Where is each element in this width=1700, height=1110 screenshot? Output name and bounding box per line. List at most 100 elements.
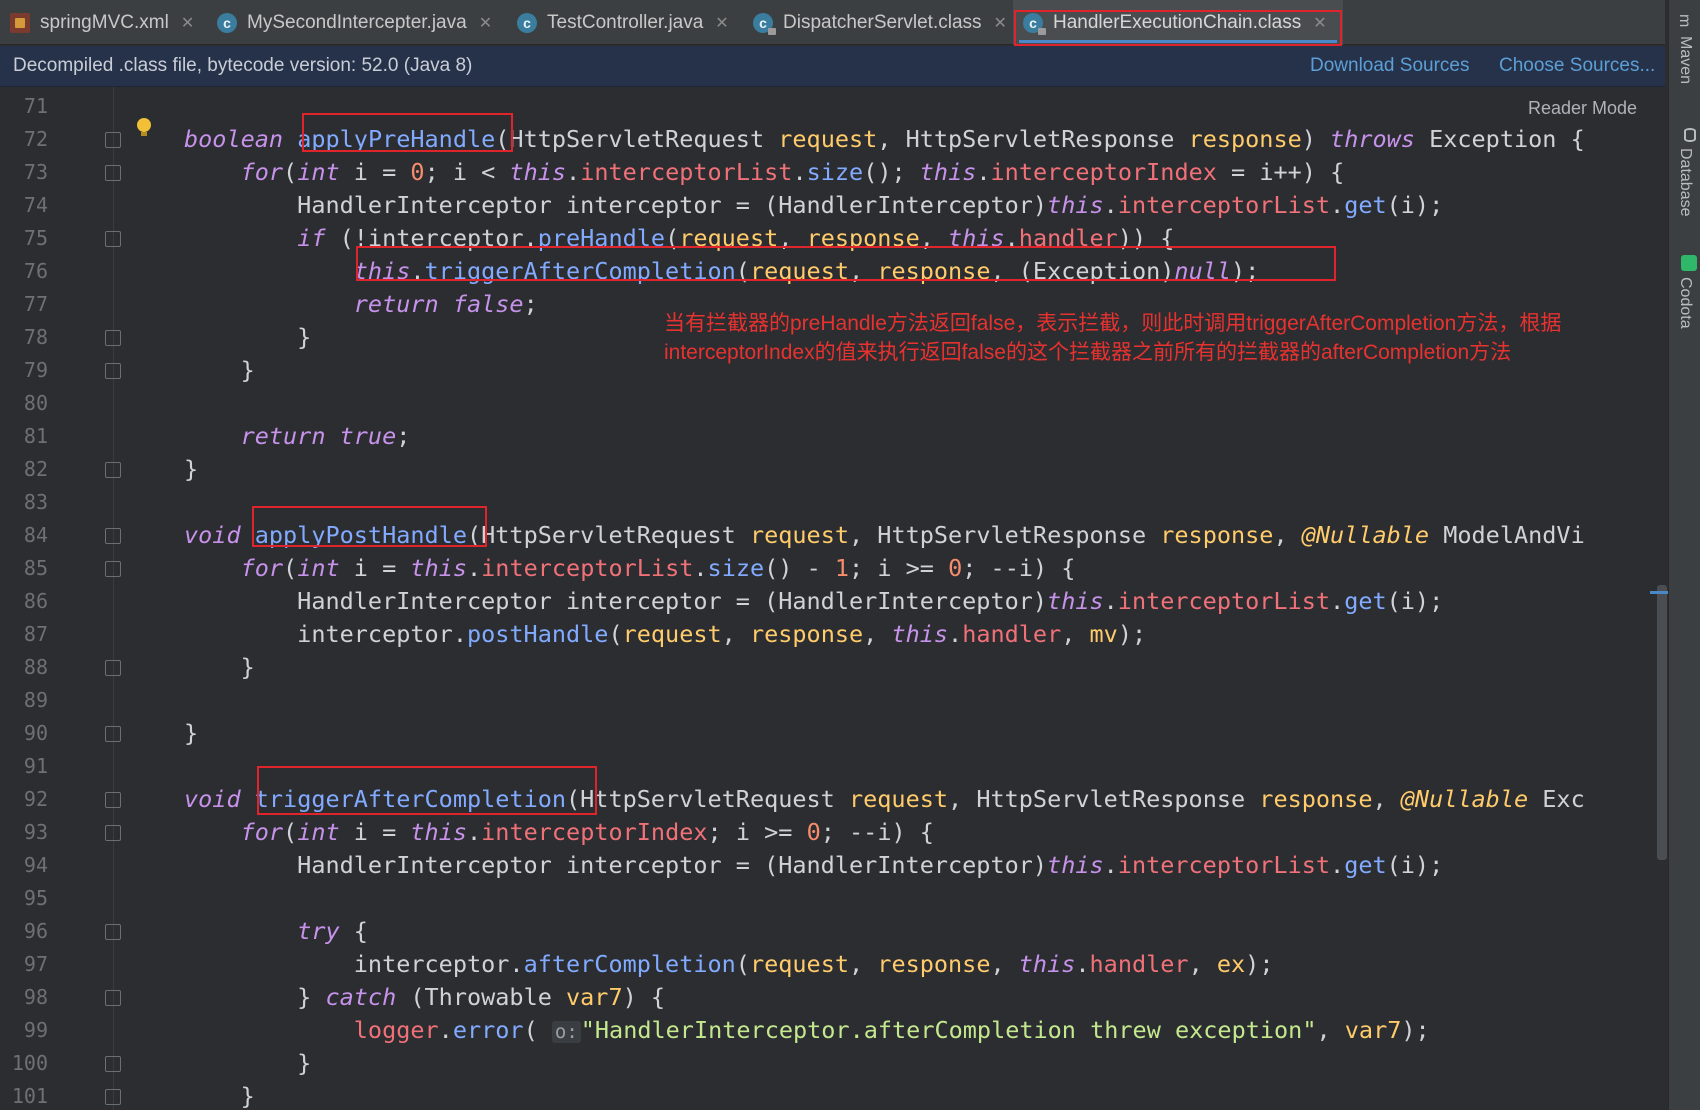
fold-marker-icon[interactable] — [105, 132, 121, 148]
code-content[interactable]: } — [184, 651, 255, 684]
line-number[interactable]: 96 — [0, 915, 48, 948]
code-content[interactable]: return true; — [184, 420, 411, 453]
tab-mysecondintercepter-java[interactable]: c MySecondIntercepter.java ✕ — [207, 0, 507, 45]
fold-marker-icon[interactable] — [105, 792, 121, 808]
line-number[interactable]: 78 — [0, 321, 48, 354]
line-number[interactable]: 94 — [0, 849, 48, 882]
line-number[interactable]: 72 — [0, 123, 48, 156]
line-number[interactable]: 75 — [0, 222, 48, 255]
line-number[interactable]: 88 — [0, 651, 48, 684]
code-content[interactable]: } — [184, 717, 198, 750]
fold-marker-icon[interactable] — [105, 924, 121, 940]
lightbulb-icon[interactable] — [137, 118, 151, 136]
tab-label: DispatcherServlet.class — [783, 11, 982, 33]
fold-marker-icon[interactable] — [105, 231, 121, 247]
scrollbar-thumb[interactable] — [1657, 585, 1667, 860]
code-content[interactable]: HandlerInterceptor interceptor = (Handle… — [184, 189, 1443, 222]
tab-handlerexecutionchain-class[interactable]: c HandlerExecutionChain.class ✕ — [1013, 0, 1343, 45]
codota-panel-tab[interactable]: Codota — [1669, 255, 1700, 345]
fold-marker-icon[interactable] — [105, 1056, 121, 1072]
scroll-marker — [1650, 591, 1668, 594]
line-number[interactable]: 98 — [0, 981, 48, 1014]
code-content[interactable]: interceptor.postHandle(request, response… — [184, 618, 1146, 651]
line-number[interactable]: 95 — [0, 882, 48, 915]
line-number[interactable]: 85 — [0, 552, 48, 585]
code-content[interactable]: } — [184, 321, 311, 354]
code-content[interactable]: } — [184, 1080, 255, 1110]
close-icon[interactable]: ✕ — [715, 13, 728, 33]
code-content[interactable]: try { — [184, 915, 368, 948]
tab-testcontroller-java[interactable]: c TestController.java ✕ — [507, 0, 743, 45]
fold-marker-icon[interactable] — [105, 1089, 121, 1105]
code-content[interactable]: HandlerInterceptor interceptor = (Handle… — [184, 849, 1443, 882]
line-number[interactable]: 81 — [0, 420, 48, 453]
line-number[interactable]: 77 — [0, 288, 48, 321]
code-content[interactable]: return false; — [184, 288, 538, 321]
line-number[interactable]: 99 — [0, 1014, 48, 1047]
line-number[interactable]: 100 — [0, 1047, 48, 1080]
line-number[interactable]: 97 — [0, 948, 48, 981]
code-content[interactable]: void triggerAfterCompletion(HttpServletR… — [184, 783, 1585, 816]
reader-mode-link[interactable]: Reader Mode — [1528, 98, 1637, 119]
fold-marker-icon[interactable] — [105, 528, 121, 544]
line-number[interactable]: 92 — [0, 783, 48, 816]
code-content[interactable]: void applyPostHandle(HttpServletRequest … — [184, 519, 1585, 552]
fold-marker-icon[interactable] — [105, 165, 121, 181]
code-text: ) — [1301, 125, 1331, 153]
code-content[interactable]: } — [184, 1047, 311, 1080]
fold-marker-icon[interactable] — [105, 660, 121, 676]
line-number[interactable]: 90 — [0, 717, 48, 750]
code-content[interactable]: for(int i = this.interceptorIndex; i >= … — [184, 816, 934, 849]
code-content[interactable]: HandlerInterceptor interceptor = (Handle… — [184, 585, 1443, 618]
fold-marker-icon[interactable] — [105, 726, 121, 742]
close-icon[interactable]: ✕ — [994, 13, 1007, 33]
fold-marker-icon[interactable] — [105, 363, 121, 379]
code-content[interactable]: } catch (Throwable var7) { — [184, 981, 665, 1014]
line-number[interactable]: 79 — [0, 354, 48, 387]
line-number[interactable]: 82 — [0, 453, 48, 486]
line-number[interactable]: 101 — [0, 1080, 48, 1110]
code-content[interactable]: } — [184, 453, 198, 486]
code-content[interactable]: interceptor.afterCompletion(request, res… — [184, 948, 1274, 981]
line-number[interactable]: 91 — [0, 750, 48, 783]
line-number[interactable]: 93 — [0, 816, 48, 849]
tab-label: HandlerExecutionChain.class — [1053, 11, 1302, 33]
close-icon[interactable]: ✕ — [181, 13, 194, 33]
line-number[interactable]: 76 — [0, 255, 48, 288]
fold-marker-icon[interactable] — [105, 330, 121, 346]
code-content[interactable]: boolean applyPreHandle(HttpServletReques… — [184, 123, 1585, 156]
code-content[interactable]: logger.error( o: "HandlerInterceptor.afte… — [184, 1014, 1430, 1049]
code-editor[interactable]: 71 72 boolean applyPreHandle(HttpServletRe… — [0, 87, 1665, 1110]
line-number[interactable]: 73 — [0, 156, 48, 189]
choose-sources-link[interactable]: Choose Sources... — [1499, 55, 1655, 77]
fold-marker-icon[interactable] — [105, 990, 121, 1006]
close-icon[interactable]: ✕ — [1313, 13, 1326, 33]
database-panel-tab[interactable]: Database — [1669, 128, 1700, 228]
code-text: . — [467, 554, 482, 582]
tab-springmvc-xml[interactable]: springMVC.xml ✕ — [0, 0, 207, 45]
code-content[interactable]: for(int i = this.interceptorList.size() … — [184, 552, 1076, 585]
code-content[interactable]: if (!interceptor.preHandle(request, resp… — [184, 222, 1174, 255]
line-number[interactable]: 89 — [0, 684, 48, 717]
close-icon[interactable]: ✕ — [479, 13, 492, 33]
code-content[interactable]: } — [184, 354, 255, 387]
line-number[interactable]: 71 — [0, 90, 48, 123]
line-number[interactable]: 74 — [0, 189, 48, 222]
line-number[interactable]: 87 — [0, 618, 48, 651]
fold-marker-icon[interactable] — [105, 561, 121, 577]
fold-marker-icon[interactable] — [105, 462, 121, 478]
keyword-token: this — [919, 158, 977, 186]
code-content[interactable]: for(int i = 0; i < this.interceptorList.… — [184, 156, 1345, 189]
line-number[interactable]: 86 — [0, 585, 48, 618]
line-number[interactable]: 83 — [0, 486, 48, 519]
fold-marker-icon[interactable] — [105, 825, 121, 841]
line-number[interactable]: 84 — [0, 519, 48, 552]
code-text: (); — [863, 158, 920, 186]
code-line: 91 — [0, 750, 1665, 783]
download-sources-link[interactable]: Download Sources — [1310, 55, 1469, 77]
maven-panel-tab[interactable]: m Maven — [1669, 14, 1700, 104]
line-number[interactable]: 80 — [0, 387, 48, 420]
code-content[interactable]: this.triggerAfterCompletion(request, res… — [184, 255, 1260, 288]
tab-dispatcherservlet-class[interactable]: c DispatcherServlet.class ✕ — [743, 0, 1013, 45]
